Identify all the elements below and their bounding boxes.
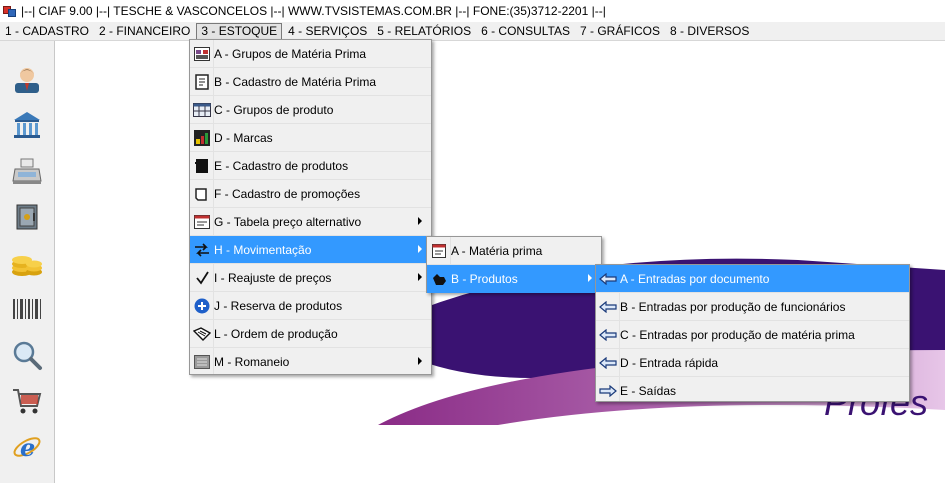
barcode-icon[interactable] bbox=[9, 291, 45, 327]
menu-item-romaneio[interactable]: M - Romaneio bbox=[190, 348, 431, 376]
menu-item-entradas-producao-funcionarios[interactable]: B - Entradas por produção de funcionário… bbox=[596, 293, 909, 321]
menu-item-saidas[interactable]: E - Saídas bbox=[596, 377, 909, 405]
submenu-arrow-icon bbox=[418, 273, 422, 281]
brand-tag-icon bbox=[193, 129, 211, 147]
person-icon[interactable] bbox=[9, 61, 45, 97]
menu-item-reserva-produtos[interactable]: J - Reserva de produtos bbox=[190, 292, 431, 320]
product-icon bbox=[193, 157, 211, 175]
menu-item-ordem-producao[interactable]: L - Ordem de produção bbox=[190, 320, 431, 348]
cart-icon[interactable] bbox=[9, 383, 45, 419]
menu-item-entrada-rapida[interactable]: D - Entrada rápida bbox=[596, 349, 909, 377]
submenu-arrow-icon bbox=[588, 274, 592, 282]
submenu-arrow-icon bbox=[418, 245, 422, 253]
menu-item-cadastro-produtos[interactable]: E - Cadastro de produtos bbox=[190, 152, 431, 180]
romaneio-icon bbox=[193, 353, 211, 371]
production-icon bbox=[193, 325, 211, 343]
bank-icon[interactable] bbox=[9, 107, 45, 143]
menu-servicos[interactable]: 4 - SERVIÇOS bbox=[283, 23, 372, 40]
menu-item-tabela-preco-alternativo[interactable]: G - Tabela preço alternativo bbox=[190, 208, 431, 236]
arrow-left-icon bbox=[599, 354, 617, 372]
menu-consultas[interactable]: 6 - CONSULTAS bbox=[476, 23, 575, 40]
menu-graficos[interactable]: 7 - GRÁFICOS bbox=[575, 23, 665, 40]
safe-icon[interactable] bbox=[9, 199, 45, 235]
grid-group-icon bbox=[193, 45, 211, 63]
magnifier-icon[interactable] bbox=[9, 337, 45, 373]
promo-icon bbox=[193, 185, 211, 203]
table-icon bbox=[193, 101, 211, 119]
menu-item-entradas-documento[interactable]: A - Entradas por documento bbox=[596, 265, 909, 293]
estoque-menu: A - Grupos de Matéria Prima B - Cadastro… bbox=[189, 39, 432, 375]
menu-bar: 1 - CADASTRO 2 - FINANCEIRO 3 - ESTOQUE … bbox=[0, 22, 945, 41]
app-icon bbox=[3, 4, 17, 18]
arrow-left-icon bbox=[599, 326, 617, 344]
internet-explorer-icon[interactable]: e bbox=[9, 429, 45, 465]
menu-item-movimentacao[interactable]: H - Movimentação bbox=[190, 236, 431, 264]
submenu-arrow-icon bbox=[418, 217, 422, 225]
arrow-left-icon bbox=[599, 298, 617, 316]
menu-item-materia-prima[interactable]: A - Matéria prima bbox=[427, 237, 601, 265]
produtos-menu: A - Entradas por documento B - Entradas … bbox=[595, 264, 910, 402]
window-title: |--| CIAF 9.00 |--| TESCHE & VASCONCELOS… bbox=[21, 4, 606, 18]
svg-text:e: e bbox=[20, 433, 35, 462]
movimentacao-menu: A - Matéria prima B - Produtos bbox=[426, 236, 602, 293]
arrow-right-icon bbox=[599, 382, 617, 400]
coins-icon[interactable] bbox=[9, 245, 45, 281]
menu-item-entradas-producao-materia-prima[interactable]: C - Entradas por produção de matéria pri… bbox=[596, 321, 909, 349]
submenu-arrow-icon bbox=[418, 357, 422, 365]
hand-icon bbox=[430, 270, 448, 288]
menu-item-reajuste-precos[interactable]: I - Reajuste de preços bbox=[190, 264, 431, 292]
price-table-icon bbox=[193, 213, 211, 231]
plus-circle-icon bbox=[193, 297, 211, 315]
menu-cadastro[interactable]: 1 - CADASTRO bbox=[0, 23, 94, 40]
side-toolbar: e bbox=[0, 41, 55, 483]
checkmark-icon bbox=[193, 269, 211, 287]
menu-item-cadastro-promocoes[interactable]: F - Cadastro de promoções bbox=[190, 180, 431, 208]
box-icon bbox=[193, 73, 211, 91]
menu-item-grupos-materia-prima[interactable]: A - Grupos de Matéria Prima bbox=[190, 40, 431, 68]
menu-financeiro[interactable]: 2 - FINANCEIRO bbox=[94, 23, 195, 40]
menu-relatorios[interactable]: 5 - RELATÓRIOS bbox=[372, 23, 476, 40]
menu-diversos[interactable]: 8 - DIVERSOS bbox=[665, 23, 754, 40]
menu-estoque[interactable]: 3 - ESTOQUE bbox=[196, 22, 283, 40]
menu-item-marcas[interactable]: D - Marcas bbox=[190, 124, 431, 152]
movement-icon bbox=[193, 241, 211, 259]
menu-item-produtos[interactable]: B - Produtos bbox=[427, 265, 601, 293]
menu-item-grupos-produto[interactable]: C - Grupos de produto bbox=[190, 96, 431, 124]
document-icon bbox=[430, 242, 448, 260]
cash-register-icon[interactable] bbox=[9, 153, 45, 189]
menu-item-cadastro-materia-prima[interactable]: B - Cadastro de Matéria Prima bbox=[190, 68, 431, 96]
title-bar: |--| CIAF 9.00 |--| TESCHE & VASCONCELOS… bbox=[0, 0, 945, 22]
arrow-left-icon bbox=[599, 270, 617, 288]
